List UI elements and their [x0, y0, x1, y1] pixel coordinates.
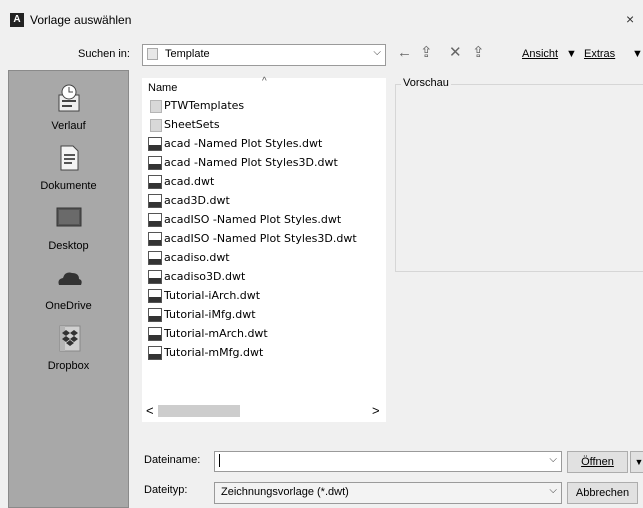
lookin-select[interactable]: Template ⌵ [142, 44, 386, 66]
dwt-file-icon [148, 156, 162, 170]
list-item[interactable]: acadISO -Named Plot Styles.dwt [148, 213, 341, 231]
dwt-file-icon [148, 327, 162, 341]
place-documents[interactable]: Dokumente [9, 143, 128, 192]
chevron-down-icon: ⌵ [549, 454, 557, 465]
list-item-label: Tutorial-mArch.dwt [164, 327, 268, 340]
list-item[interactable]: Tutorial-iMfg.dwt [148, 308, 256, 326]
list-item-label: acad -Named Plot Styles.dwt [164, 137, 323, 150]
list-item[interactable]: acad.dwt [148, 175, 214, 193]
dwt-file-icon [148, 137, 162, 151]
history-icon [58, 84, 79, 112]
open-button-label: Öffnen [581, 456, 614, 468]
list-item-label: acadISO -Named Plot Styles3D.dwt [164, 232, 357, 245]
desktop-icon [56, 207, 81, 227]
folder-up-icon[interactable]: ⇪ [420, 44, 433, 62]
list-item[interactable]: PTWTemplates [148, 99, 244, 117]
dwt-file-icon [148, 346, 162, 360]
tools-menu[interactable]: Extras [584, 48, 615, 60]
back-arrow-icon[interactable]: ← [397, 44, 412, 62]
list-item[interactable]: acad -Named Plot Styles3D.dwt [148, 156, 338, 174]
dwt-file-icon [148, 194, 162, 208]
list-item[interactable]: SheetSets [148, 118, 220, 136]
documents-icon [60, 145, 78, 171]
filetype-value: Zeichnungsvorlage (*.dwt) [221, 486, 349, 498]
place-label: Verlauf [51, 120, 86, 132]
folder-icon [147, 48, 158, 60]
open-button[interactable]: Öffnen [567, 451, 628, 473]
list-item-label: acad.dwt [164, 175, 215, 188]
list-item-label: acadISO -Named Plot Styles.dwt [164, 213, 342, 226]
place-label: Dropbox [47, 360, 90, 372]
scroll-thumb[interactable] [158, 405, 240, 417]
place-label: Dokumente [40, 180, 97, 192]
place-dropbox[interactable]: Dropbox [9, 323, 128, 372]
dwt-file-icon [148, 213, 162, 227]
list-item[interactable]: acad3D.dwt [148, 194, 230, 212]
sort-arrow-icon: ^ [262, 76, 267, 87]
list-item[interactable]: Tutorial-mArch.dwt [148, 327, 268, 345]
preview-label: Vorschau [401, 77, 451, 89]
horizontal-scrollbar[interactable]: < > [142, 400, 386, 422]
list-item[interactable]: acadISO -Named Plot Styles3D.dwt [148, 232, 357, 250]
app-icon: A [10, 13, 24, 27]
open-dropdown-button[interactable]: ▼ [630, 451, 643, 473]
dwt-file-icon [148, 175, 162, 189]
onedrive-icon [58, 272, 82, 285]
filetype-label: Dateityp: [144, 484, 188, 496]
list-item-label: acad3D.dwt [164, 194, 230, 207]
title-bar: A Vorlage auswählen × [0, 0, 643, 40]
view-menu[interactable]: Ansicht [522, 48, 558, 60]
window-title: Vorlage auswählen [30, 13, 132, 27]
list-item-label: acadiso.dwt [164, 251, 230, 264]
dwt-file-icon [148, 289, 162, 303]
list-item-label: SheetSets [164, 118, 220, 131]
places-bar: Verlauf Dokumente Desktop OneDrive Dropb… [8, 70, 129, 508]
folder-icon [150, 118, 162, 132]
scroll-left-icon[interactable]: < [146, 403, 154, 418]
place-history[interactable]: Verlauf [9, 83, 128, 132]
place-desktop[interactable]: Desktop [9, 203, 128, 252]
tools-menu-label: Extras [584, 48, 616, 60]
view-menu-label: Ansicht [522, 48, 559, 60]
cancel-button[interactable]: Abbrechen [567, 482, 638, 504]
column-header-name[interactable]: Name [148, 82, 177, 94]
filename-value [219, 454, 220, 467]
list-item[interactable]: acadiso.dwt [148, 251, 230, 269]
list-item-label: acad -Named Plot Styles3D.dwt [164, 156, 338, 169]
list-item-label: Tutorial-iMfg.dwt [164, 308, 256, 321]
scroll-right-icon[interactable]: > [372, 403, 380, 418]
new-folder-icon[interactable]: ⇪ [472, 44, 485, 62]
list-item-label: Tutorial-mMfg.dwt [164, 346, 264, 359]
chevron-down-icon: ⌵ [549, 485, 557, 496]
dropbox-icon [59, 325, 80, 352]
list-item[interactable]: Tutorial-iArch.dwt [148, 289, 260, 307]
dwt-file-icon [148, 270, 162, 284]
dwt-file-icon [148, 251, 162, 265]
lookin-label: Suchen in: [78, 48, 130, 60]
filename-label: Dateiname: [144, 454, 201, 466]
filetype-select[interactable]: Zeichnungsvorlage (*.dwt) ⌵ [214, 482, 562, 504]
preview-box [395, 84, 643, 272]
place-label: Desktop [48, 240, 89, 252]
list-item[interactable]: acadiso3D.dwt [148, 270, 245, 288]
place-label: OneDrive [45, 300, 92, 312]
close-button[interactable]: × [626, 11, 634, 27]
dwt-file-icon [148, 232, 162, 246]
view-dropdown-icon[interactable]: ▼ [566, 48, 577, 60]
tools-dropdown-icon[interactable]: ▼ [632, 48, 643, 60]
list-item-label: PTWTemplates [164, 99, 245, 112]
list-item[interactable]: Tutorial-mMfg.dwt [148, 346, 263, 364]
place-onedrive[interactable]: OneDrive [9, 263, 128, 312]
list-item-label: acadiso3D.dwt [164, 270, 246, 283]
lookin-value: Template [165, 48, 210, 60]
filename-input[interactable]: ⌵ [214, 451, 562, 472]
delete-icon[interactable]: ✕ [449, 44, 462, 62]
list-item-label: Tutorial-iArch.dwt [164, 289, 261, 302]
list-item[interactable]: acad -Named Plot Styles.dwt [148, 137, 322, 155]
dwt-file-icon [148, 308, 162, 322]
chevron-down-icon: ⌵ [373, 47, 381, 58]
folder-icon [150, 99, 162, 113]
